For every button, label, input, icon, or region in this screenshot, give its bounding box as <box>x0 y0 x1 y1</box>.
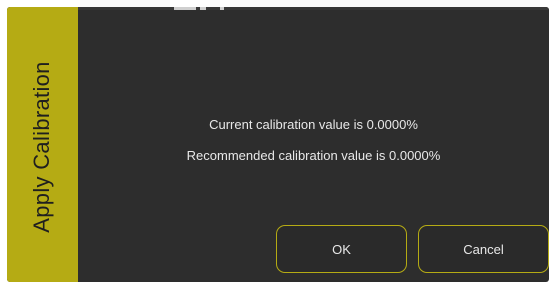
side-title-panel: Apply Calibration <box>7 7 78 282</box>
top-indicator-small <box>200 7 206 10</box>
ok-button[interactable]: OK <box>276 225 407 273</box>
cancel-button[interactable]: Cancel <box>418 225 549 273</box>
dialog-title: Apply Calibration <box>29 61 54 233</box>
current-calibration-text: Current calibration value is 0.0000% <box>209 117 418 132</box>
top-indicator <box>174 7 196 10</box>
ok-button-label: OK <box>332 241 351 257</box>
top-divider <box>7 7 549 10</box>
recommended-calibration-text: Recommended calibration value is 0.0000% <box>186 148 441 163</box>
cancel-button-label: Cancel <box>463 241 504 257</box>
apply-calibration-dialog: Apply Calibration Current calibration va… <box>7 7 549 282</box>
top-indicator-dot <box>220 7 224 10</box>
